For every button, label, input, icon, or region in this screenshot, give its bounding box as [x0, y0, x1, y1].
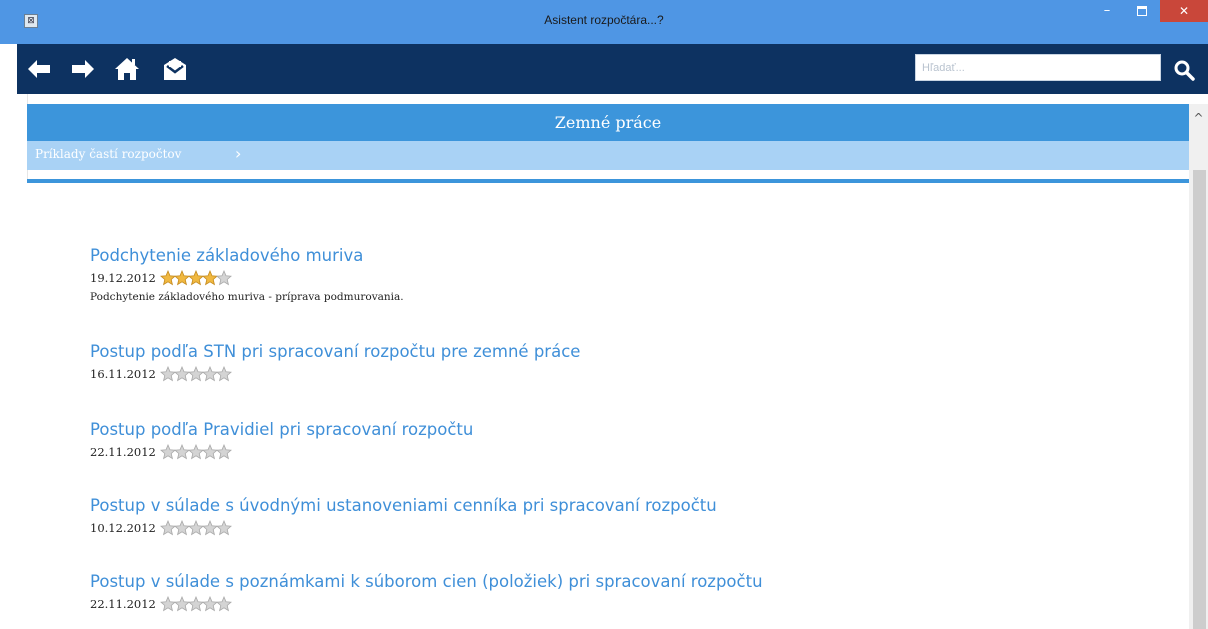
article-meta: 19.12.2012: [90, 269, 404, 287]
article-meta: 10.12.2012: [90, 519, 717, 537]
window-title: Asistent rozpočtára...?: [544, 13, 664, 27]
rating-stars[interactable]: [159, 366, 232, 382]
article-title-link[interactable]: Postup podľa STN pri spracovaní rozpočtu…: [90, 342, 580, 361]
article-meta: 22.11.2012: [90, 595, 763, 613]
breadcrumb-separator-icon: ›: [235, 144, 242, 163]
scrollbar-thumb[interactable]: [1193, 170, 1206, 629]
rating-stars[interactable]: [159, 444, 232, 460]
star-empty-icon[interactable]: [215, 366, 232, 382]
article-date: 22.11.2012: [90, 597, 156, 611]
list-item: Postup v súlade s poznámkami k súborom c…: [90, 572, 763, 613]
star-empty-icon[interactable]: [215, 270, 232, 286]
list-item: Postup v súlade s úvodnými ustanoveniami…: [90, 496, 717, 537]
star-empty-icon[interactable]: [215, 596, 232, 612]
article-list: Podchytenie základového muriva 19.12.201…: [27, 183, 1189, 629]
list-item: Postup podľa STN pri spracovaní rozpočtu…: [90, 342, 580, 383]
star-empty-icon[interactable]: [215, 520, 232, 536]
rating-stars[interactable]: [159, 520, 232, 536]
breadcrumb: Príklady častí rozpočtov ›: [27, 141, 1189, 170]
list-item: Postup podľa Pravidiel pri spracovaní ro…: [90, 420, 473, 461]
article-title-link[interactable]: Postup v súlade s úvodnými ustanoveniami…: [90, 496, 717, 515]
star-empty-icon[interactable]: [215, 444, 232, 460]
close-button[interactable]: ✕: [1160, 0, 1208, 22]
article-meta: 22.11.2012: [90, 443, 473, 461]
breadcrumb-item[interactable]: Príklady častí rozpočtov: [35, 147, 181, 161]
article-title-link[interactable]: Podchytenie základového muriva: [90, 246, 404, 265]
forward-arrow-icon[interactable]: [69, 55, 97, 83]
article-title-link[interactable]: Postup v súlade s poznámkami k súborom c…: [90, 572, 763, 591]
article-date: 22.11.2012: [90, 445, 156, 459]
rating-stars[interactable]: [159, 596, 232, 612]
back-arrow-icon[interactable]: [25, 55, 53, 83]
mail-icon[interactable]: [161, 55, 189, 83]
search-input[interactable]: [915, 54, 1161, 81]
toolbar: [17, 44, 1208, 94]
article-date: 19.12.2012: [90, 271, 156, 285]
window-title-bar: ⊠ Asistent rozpočtára...? – ✕: [0, 0, 1208, 44]
page-title: Zemné práce: [27, 104, 1189, 141]
article-description: Podchytenie základového muriva - príprav…: [90, 291, 404, 303]
search-icon[interactable]: [1173, 59, 1195, 81]
article-meta: 16.11.2012: [90, 365, 580, 383]
article-date: 16.11.2012: [90, 367, 156, 381]
maximize-button[interactable]: [1128, 0, 1156, 22]
maximize-icon: [1137, 5, 1147, 16]
list-item: Podchytenie základového muriva 19.12.201…: [90, 246, 404, 303]
minimize-button[interactable]: –: [1093, 0, 1121, 22]
article-date: 10.12.2012: [90, 521, 156, 535]
article-title-link[interactable]: Postup podľa Pravidiel pri spracovaní ro…: [90, 420, 473, 439]
home-icon[interactable]: [113, 55, 141, 83]
scroll-up-arrow-icon[interactable]: ^: [1189, 104, 1208, 132]
rating-stars[interactable]: [159, 270, 232, 286]
